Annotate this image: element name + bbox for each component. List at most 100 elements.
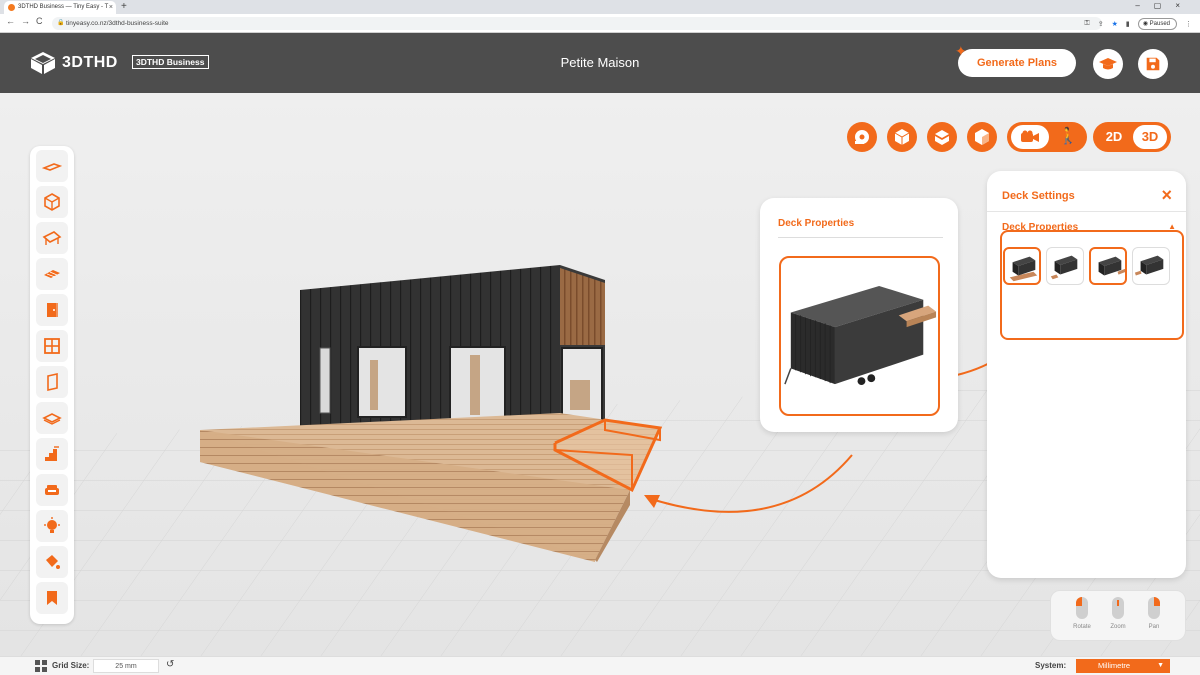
tool-lighting[interactable] xyxy=(36,510,68,542)
dimension-toggle[interactable]: 2D 3D xyxy=(1093,122,1171,152)
url-field[interactable]: 🔒 tinyeasy.co.nz/3dthd-business-suite xyxy=(52,17,1102,30)
toggle-3d[interactable]: 3D xyxy=(1133,125,1167,149)
zoom-hint: Zoom xyxy=(1103,597,1133,630)
rotate-hint: Rotate xyxy=(1067,597,1097,630)
extensions-icon[interactable]: ▮ xyxy=(1126,20,1130,28)
deck-rear-icon xyxy=(1050,255,1078,280)
tool-floor[interactable] xyxy=(36,150,68,182)
generate-plans-button[interactable]: Generate Plans xyxy=(958,49,1076,77)
graduation-cap-icon xyxy=(1099,58,1117,70)
tape-measure-icon xyxy=(855,130,869,144)
app-logo[interactable]: 3DTHD xyxy=(30,51,118,75)
browser-actions: ⚿ ⇪ ★ ▮ ◉ Paused ⋮ xyxy=(1084,17,1192,30)
new-tab-button[interactable]: + xyxy=(121,0,127,13)
popup-title: Deck Properties xyxy=(778,218,855,229)
star-icon[interactable]: ★ xyxy=(1112,20,1118,28)
panel-title: Deck Settings xyxy=(1002,190,1075,202)
deck-preview-image xyxy=(779,256,940,416)
system-label: System: xyxy=(1035,661,1067,670)
favicon-icon xyxy=(8,4,15,11)
cube-icon xyxy=(44,193,60,211)
rotate-label: Rotate xyxy=(1073,624,1091,630)
tool-panels[interactable] xyxy=(36,366,68,398)
avatar-icon: ◉ xyxy=(1142,20,1150,27)
deck-icon xyxy=(44,270,60,278)
unit-system-select[interactable]: Millimetre ▼ xyxy=(1076,659,1170,673)
tiny-house-preview-icon xyxy=(784,285,937,386)
save-button[interactable] xyxy=(1138,49,1168,79)
roof-icon xyxy=(42,231,62,245)
share-icon[interactable]: ⇪ xyxy=(1098,20,1104,28)
deck-option-4[interactable] xyxy=(1132,247,1170,285)
deck-properties-popup: Deck Properties xyxy=(760,198,958,432)
menu-dots-icon[interactable]: ⋮ xyxy=(1185,20,1192,28)
tool-roof[interactable] xyxy=(36,222,68,254)
tab-close-icon[interactable]: × xyxy=(109,1,113,14)
camera-mode-toggle[interactable]: 🚶 xyxy=(1007,122,1087,152)
view-section-button[interactable] xyxy=(927,122,957,152)
tutorial-button[interactable] xyxy=(1093,49,1123,79)
app-header: 3DTHD 3DTHD Business Petite Maison Gener… xyxy=(0,33,1200,93)
tool-paint[interactable] xyxy=(36,546,68,578)
popup-divider xyxy=(778,237,943,238)
save-icon xyxy=(1146,57,1160,71)
tool-walls[interactable] xyxy=(36,186,68,218)
deck-option-2[interactable] xyxy=(1046,247,1084,285)
unit-system-value: Millimetre xyxy=(1098,661,1131,670)
tool-floor-area[interactable] xyxy=(36,402,68,434)
profile-paused-badge[interactable]: ◉ Paused xyxy=(1137,17,1177,30)
zoom-label: Zoom xyxy=(1110,624,1126,630)
mouse-right-icon xyxy=(1148,597,1160,619)
paused-label: Paused xyxy=(1149,20,1170,27)
paint-bucket-icon xyxy=(46,555,60,569)
view-exterior-button[interactable] xyxy=(887,122,917,152)
project-title[interactable]: Petite Maison xyxy=(500,55,700,70)
tool-furniture[interactable] xyxy=(36,474,68,506)
chevron-down-icon: ▼ xyxy=(1157,662,1164,669)
orbit-camera-segment[interactable] xyxy=(1011,125,1049,149)
sparkle-icon: ✦ xyxy=(955,43,967,59)
cube-view-icon xyxy=(894,129,910,145)
section-view-icon xyxy=(935,130,949,145)
video-camera-icon xyxy=(1021,130,1039,142)
panel-divider xyxy=(987,211,1186,212)
close-icon[interactable]: × xyxy=(1161,185,1172,206)
browser-tab-title: 3DTHD Business — Tiny Easy - T xyxy=(18,4,109,10)
key-icon[interactable]: ⚿ xyxy=(1084,20,1089,28)
deck-end-icon xyxy=(1134,255,1164,276)
address-bar: ←→C 🔒 tinyeasy.co.nz/3dthd-business-suit… xyxy=(0,14,1200,33)
measure-tool-button[interactable] xyxy=(847,122,877,152)
view-interior-button[interactable] xyxy=(967,122,997,152)
lightbulb-icon xyxy=(44,517,60,533)
bookmark-icon xyxy=(47,591,57,605)
tool-deck[interactable] xyxy=(36,258,68,290)
status-bar: Grid Size: 25 mm ↺ System: Millimetre ▼ xyxy=(0,656,1200,675)
layer-icon xyxy=(42,413,62,425)
tool-doors[interactable] xyxy=(36,294,68,326)
tool-bookmark[interactable] xyxy=(36,582,68,614)
browser-tab-bar: 3DTHD Business — Tiny Easy - T × + –▢× xyxy=(0,0,1200,14)
pan-hint: Pan xyxy=(1139,597,1169,630)
tool-windows[interactable] xyxy=(36,330,68,362)
deck-option-1[interactable] xyxy=(1003,247,1041,285)
url-text: tinyeasy.co.nz/3dthd-business-suite xyxy=(66,20,169,27)
reset-icon[interactable]: ↺ xyxy=(166,659,174,670)
pan-label: Pan xyxy=(1148,624,1160,630)
panel-icon xyxy=(47,373,58,391)
walk-mode-segment[interactable]: 🚶 xyxy=(1051,125,1085,149)
walking-person-icon: 🚶 xyxy=(1058,128,1078,145)
deck-side-icon xyxy=(1098,256,1125,276)
left-toolbar xyxy=(30,146,74,624)
window-controls[interactable]: –▢× xyxy=(1135,0,1194,12)
grid-icon xyxy=(35,660,47,672)
deck-front-icon xyxy=(1009,256,1038,282)
deck-option-3[interactable] xyxy=(1089,247,1127,285)
grid-size-input[interactable]: 25 mm xyxy=(93,659,159,673)
stairs-icon xyxy=(45,446,59,461)
toggle-2d[interactable]: 2D xyxy=(1097,125,1131,149)
window-icon xyxy=(44,338,60,354)
logo-text: 3DTHD xyxy=(62,54,118,71)
nav-buttons[interactable]: ←→C xyxy=(6,16,49,26)
browser-tab[interactable]: 3DTHD Business — Tiny Easy - T × xyxy=(4,1,116,14)
tool-stairs[interactable] xyxy=(36,438,68,470)
